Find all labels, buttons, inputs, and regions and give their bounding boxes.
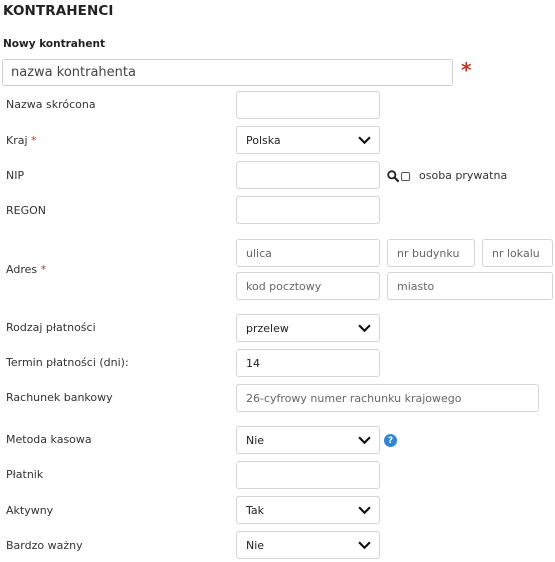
very-important-label: Bardzo ważny [6, 539, 83, 552]
help-icon[interactable]: ? [384, 434, 397, 447]
regon-label: REGON [6, 204, 47, 217]
required-mark: * [40, 263, 47, 276]
private-person-checkbox[interactable] [401, 172, 410, 181]
address-label-text: Adres [6, 263, 38, 276]
chevron-down-icon [358, 324, 371, 333]
required-mark: * [31, 134, 37, 147]
country-select[interactable]: Polska [236, 126, 380, 154]
payer-input[interactable] [236, 461, 380, 489]
short-name-label: Nazwa skrócona [6, 98, 96, 111]
active-selected-value: Tak [246, 503, 265, 517]
cash-method-select[interactable]: Nie [236, 426, 380, 454]
address-label: Adres * [6, 263, 46, 276]
bank-account-label: Rachunek bankowy [6, 391, 113, 404]
bank-account-input[interactable] [236, 384, 539, 412]
payer-label: Płatnik [6, 468, 44, 481]
contractor-name-input[interactable] [2, 59, 453, 86]
chevron-down-icon [358, 506, 371, 515]
street-input[interactable] [236, 239, 380, 267]
payment-term-label: Termin płatności (dni): [6, 356, 129, 369]
chevron-down-icon [358, 436, 371, 445]
active-label: Aktywny [6, 504, 54, 517]
form-subtitle: Nowy kontrahent [3, 38, 105, 50]
country-selected-value: Polska [246, 133, 281, 147]
payment-type-selected-value: przelew [246, 321, 289, 335]
private-person-label: osoba prywatna [419, 169, 508, 182]
regon-input[interactable] [236, 196, 380, 224]
chevron-down-icon [358, 136, 371, 145]
city-input[interactable] [387, 272, 553, 300]
nip-label: NIP [6, 169, 25, 182]
search-icon[interactable] [387, 170, 399, 182]
postal-code-input[interactable] [236, 272, 380, 300]
payment-type-select[interactable]: przelew [236, 314, 380, 342]
nip-input[interactable] [236, 161, 380, 189]
unit-number-input[interactable] [482, 239, 553, 267]
page-title: KONTRAHENCI [3, 3, 114, 19]
cash-method-selected-value: Nie [246, 433, 265, 447]
cash-method-label: Metoda kasowa [6, 433, 92, 446]
chevron-down-icon [358, 541, 371, 550]
country-label: Kraj * [6, 134, 37, 147]
country-label-text: Kraj [6, 134, 28, 147]
short-name-input[interactable] [236, 91, 380, 119]
payment-type-label: Rodzaj płatności [6, 321, 96, 334]
building-number-input[interactable] [387, 239, 475, 267]
very-important-selected-value: Nie [246, 538, 265, 552]
payment-term-input[interactable] [236, 349, 380, 377]
very-important-select[interactable]: Nie [236, 531, 380, 559]
active-select[interactable]: Tak [236, 496, 380, 524]
required-mark: * [461, 58, 472, 82]
